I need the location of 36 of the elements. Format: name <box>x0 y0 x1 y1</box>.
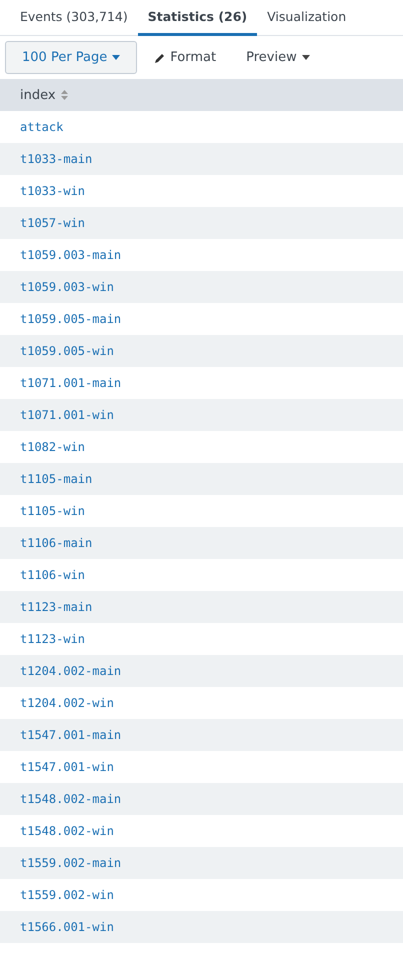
table-cell: t1105-win <box>20 504 86 518</box>
table-cell: attack <box>20 120 64 134</box>
tab[interactable]: Events (303,714) <box>10 0 138 36</box>
preview-dropdown[interactable]: Preview <box>234 41 322 74</box>
table-cell: t1059.003-main <box>20 248 122 262</box>
table-cell: t1123-win <box>20 632 86 646</box>
per-page-dropdown[interactable]: 100 Per Page <box>5 41 138 74</box>
table-cell: t1106-win <box>20 568 86 582</box>
table-cell: t1547.001-win <box>20 760 114 774</box>
pencil-icon <box>155 52 166 62</box>
table-cell: t1548.002-win <box>20 824 114 838</box>
table-cell: t1204.002-main <box>20 664 122 678</box>
caret-icon <box>302 55 310 60</box>
table-cell: t1071.001-win <box>20 408 114 422</box>
table-cell: t1106-main <box>20 536 92 550</box>
caret-icon <box>112 55 120 60</box>
table-cell: t1204.002-win <box>20 696 114 710</box>
table-cell: t1059.005-win <box>20 344 114 358</box>
tab[interactable]: Statistics (26) <box>138 0 258 36</box>
table-cell: t1547.001-main <box>20 728 122 742</box>
tab[interactable]: Visualization <box>257 0 356 36</box>
table-cell: t1566.001-win <box>20 920 114 934</box>
table-cell: t1105-main <box>20 472 92 486</box>
table-cell: t1059.003-win <box>20 280 114 294</box>
table-cell: t1559.002-win <box>20 888 114 902</box>
table-cell: t1033-win <box>20 184 86 198</box>
table-cell: t1071.001-main <box>20 376 122 390</box>
table-cell: t1559.002-main <box>20 856 122 870</box>
format-button[interactable]: Format <box>143 41 228 74</box>
table-cell: t1033-main <box>20 152 92 166</box>
table-cell: t1059.005-main <box>20 312 122 326</box>
table-cell: t1123-main <box>20 600 92 614</box>
sort-icon <box>60 90 68 100</box>
table-cell: t1548.002-main <box>20 792 122 806</box>
table-cell: t1082-win <box>20 440 86 454</box>
table-cell: t1057-win <box>20 216 86 230</box>
